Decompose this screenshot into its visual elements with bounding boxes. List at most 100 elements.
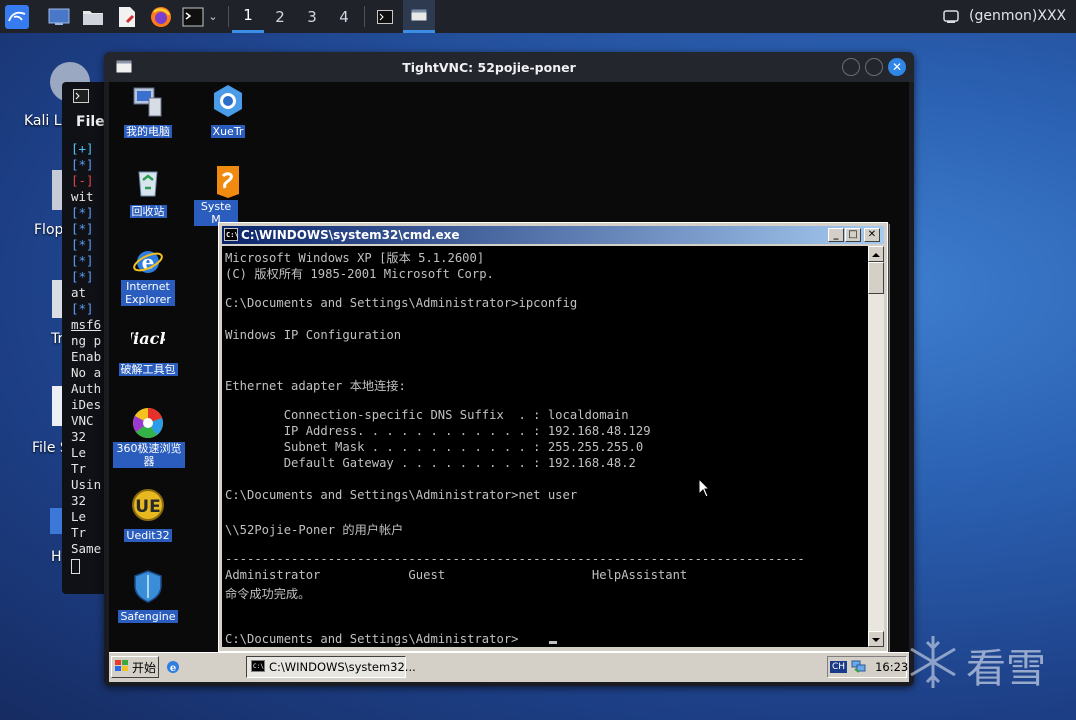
- terminal-line: Usin: [71, 477, 102, 492]
- safengine-icon: [131, 569, 165, 603]
- text-editor-icon[interactable]: [114, 4, 140, 29]
- terminal-line: [*]: [71, 221, 94, 236]
- 360-browser-icon: [131, 406, 165, 440]
- recycle-bin-icon: [131, 164, 165, 198]
- maximize-button[interactable]: [865, 58, 883, 76]
- chevron-down-icon[interactable]: ⌄: [208, 10, 217, 23]
- terminal-menu-file[interactable]: File: [76, 114, 105, 130]
- terminal-line: [*]: [71, 269, 94, 284]
- workspace-3[interactable]: 3: [296, 0, 328, 33]
- vnc-titlebar[interactable]: TightVNC: 52pojie-poner ✕: [104, 52, 914, 82]
- scroll-up-arrow-icon[interactable]: [868, 246, 884, 262]
- cmd-titlebar[interactable]: C:\ C:\WINDOWS\system32\cmd.exe _ □ ✕: [222, 226, 884, 244]
- ime-indicator[interactable]: CH: [830, 661, 848, 673]
- xp-taskbar: 开始 e C:\ C:\WINDOWS\system32... CH 16:23: [109, 652, 909, 682]
- terminal-line: Auth: [71, 381, 102, 396]
- kali-desktop-label: Flop: [34, 222, 64, 238]
- top-panel: ⌄ 1 2 3 4 (genmon)XXX: [0, 0, 1076, 33]
- genmon-icon: [940, 4, 962, 29]
- genmon-label: (genmon)XXX: [969, 8, 1067, 24]
- terminal-line: No a: [71, 365, 102, 380]
- cmd-console[interactable]: Microsoft Windows XP [版本 5.1.2600] (C) 版权…: [222, 246, 868, 647]
- xuetr-icon: [211, 84, 245, 118]
- vnc-window[interactable]: TightVNC: 52pojie-poner ✕ 我的电脑 XueTr 回收站: [104, 52, 914, 686]
- xp-icon-xuetr[interactable]: XueTr: [193, 84, 263, 139]
- taskbar-vnc-window[interactable]: [403, 0, 435, 33]
- network-icon[interactable]: [851, 659, 867, 676]
- xp-icon-360-browser[interactable]: 360极速浏览器: [113, 406, 185, 469]
- cmd-line: C:\Documents and Settings\Administrator>…: [225, 488, 578, 502]
- crack-toolkit-icon: Jiack: [123, 326, 171, 352]
- cmd-line: \\52Pojie-Poner 的用户帐户: [225, 523, 404, 537]
- icon-label: 破解工具包: [118, 363, 178, 376]
- terminal-line: [+]: [71, 141, 94, 156]
- scroll-down-arrow-icon[interactable]: [868, 631, 884, 647]
- terminal-line: Same: [71, 541, 102, 556]
- terminal-cursor: [71, 559, 80, 574]
- terminal-line: iDes: [71, 397, 102, 412]
- clock[interactable]: 16:23: [875, 660, 908, 674]
- system-tool-icon: [211, 164, 245, 198]
- cmd-maximize-button[interactable]: □: [845, 228, 861, 242]
- cmd-window[interactable]: C:\ C:\WINDOWS\system32\cmd.exe _ □ ✕ Mi…: [218, 222, 888, 652]
- taskbar-cmd-button[interactable]: C:\ C:\WINDOWS\system32...: [246, 656, 416, 678]
- svg-text:UE: UE: [135, 497, 160, 517]
- quick-launch-ie-icon[interactable]: e: [165, 656, 185, 678]
- cmd-title-text: C:\WINDOWS\system32\cmd.exe: [241, 228, 460, 242]
- kali-menu-icon[interactable]: [4, 4, 30, 29]
- vnc-remote-screen[interactable]: 我的电脑 XueTr 回收站 Syste M e Internet Explor…: [109, 82, 909, 682]
- desktop-icon[interactable]: [46, 4, 72, 29]
- taskbar-terminal-window[interactable]: [370, 4, 400, 29]
- cmd-line: Subnet Mask . . . . . . . . . . . : 255.…: [225, 440, 644, 454]
- mouse-pointer-icon: [698, 477, 711, 502]
- workspace-4[interactable]: 4: [328, 0, 360, 33]
- system-tray: CH 16:23: [827, 656, 908, 678]
- xp-icon-crack-toolkit[interactable]: Jiack 破解工具包: [113, 326, 183, 377]
- windows-logo-icon: [115, 659, 129, 675]
- cmd-line: Default Gateway . . . . . . . . . : 192.…: [225, 456, 636, 470]
- xp-icon-internet-explorer[interactable]: e Internet Explorer: [113, 244, 183, 307]
- cmd-close-button[interactable]: ✕: [864, 228, 880, 242]
- xp-icon-uedit32[interactable]: UE Uedit32: [113, 488, 183, 543]
- file-manager-icon[interactable]: [80, 4, 106, 29]
- icon-label: 我的电脑: [124, 125, 172, 138]
- terminal-icon: [73, 88, 89, 107]
- xp-icon-system-tool[interactable]: Syste M: [193, 164, 263, 227]
- scroll-thumb[interactable]: [868, 262, 884, 294]
- terminal-line: [*]: [71, 253, 94, 268]
- xp-icon-my-computer[interactable]: 我的电脑: [113, 84, 183, 139]
- terminal-line: 32: [71, 493, 87, 508]
- terminal-line: [*]: [71, 205, 94, 220]
- start-label: 开始: [132, 660, 157, 675]
- cmd-icon: C:\: [251, 659, 265, 675]
- cmd-line: ----------------------------------------…: [225, 552, 805, 566]
- terminal-line: Le: [71, 445, 87, 460]
- cmd-icon: C:\: [224, 228, 239, 244]
- xp-icon-safengine[interactable]: Safengine: [113, 569, 183, 624]
- icon-label: Uedit32: [124, 529, 172, 542]
- cmd-line: (C) 版权所有 1985-2001 Microsoft Corp.: [225, 267, 494, 281]
- terminal-line: Tr: [71, 461, 87, 476]
- terminal-launcher-icon[interactable]: ⌄: [180, 4, 220, 29]
- svg-text:C:\: C:\: [226, 231, 238, 239]
- svg-text:Jiack: Jiack: [131, 329, 165, 348]
- workspace-1[interactable]: 1: [232, 0, 264, 33]
- terminal-line: [*]: [71, 301, 94, 316]
- terminal-line: VNC: [71, 413, 94, 428]
- cmd-minimize-button[interactable]: _: [828, 228, 844, 242]
- xp-icon-recycle-bin[interactable]: 回收站: [113, 164, 183, 219]
- icon-label: Internet Explorer: [121, 280, 175, 306]
- svg-text:e: e: [170, 663, 176, 674]
- cmd-scrollbar[interactable]: [868, 246, 884, 647]
- snowflake-logo-icon: [905, 632, 961, 696]
- panel-separator: [364, 6, 365, 27]
- icon-label: 360极速浏览器: [113, 442, 185, 468]
- firefox-icon[interactable]: [148, 4, 174, 29]
- start-button[interactable]: 开始: [111, 656, 159, 678]
- uedit32-icon: UE: [131, 488, 165, 522]
- kali-desktop-label: Kali Li: [24, 113, 66, 129]
- close-button[interactable]: ✕: [888, 58, 906, 76]
- icon-label: XueTr: [210, 125, 246, 138]
- workspace-2[interactable]: 2: [264, 0, 296, 33]
- minimize-button[interactable]: [842, 58, 860, 76]
